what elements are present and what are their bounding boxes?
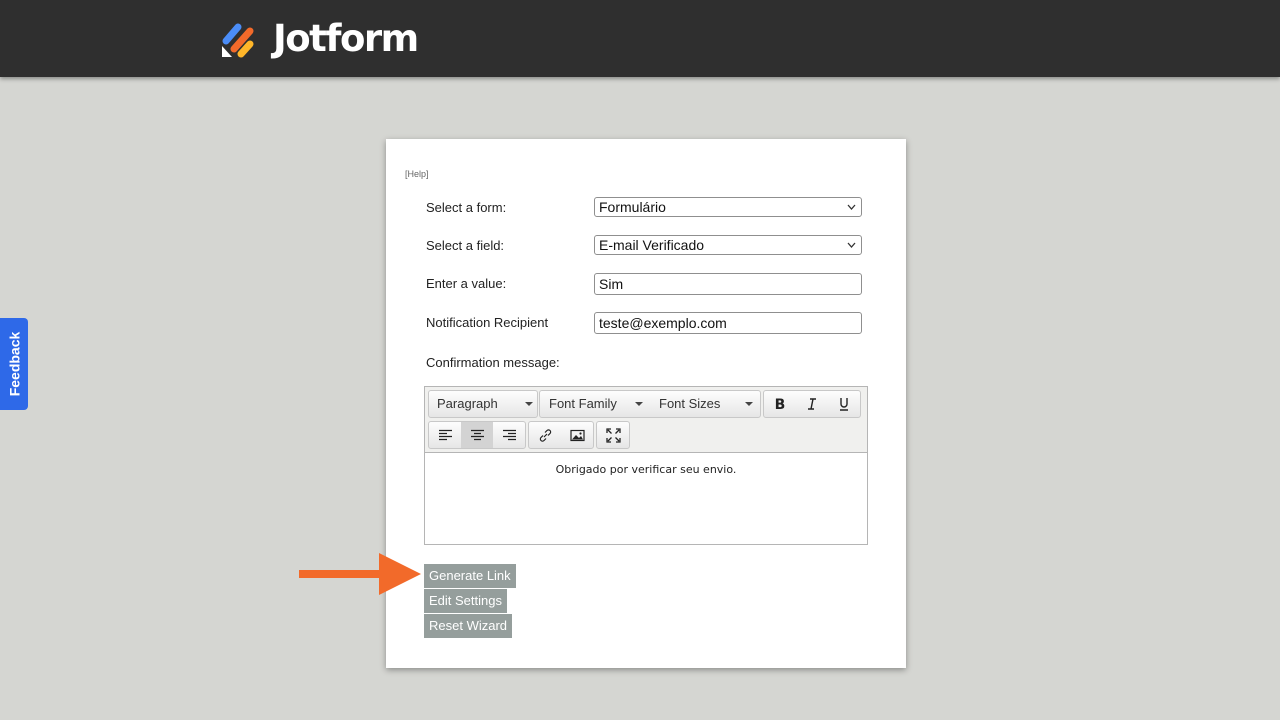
select-form-label: Select a form: (426, 200, 507, 215)
rich-text-editor: Paragraph Font Family Font Sizes B Obrig… (424, 386, 868, 545)
editor-content[interactable]: Obrigado por verificar seu envio. (425, 463, 867, 476)
insert-image-button[interactable] (561, 422, 593, 448)
select-field-label: Select a field: (426, 238, 505, 253)
align-right-icon (502, 429, 516, 440)
value-input[interactable]: Sim (594, 273, 862, 295)
help-link[interactable]: [Help] (405, 169, 429, 179)
underline-icon (840, 398, 848, 411)
align-right-button[interactable] (493, 422, 525, 448)
insert-link-button[interactable] (529, 422, 561, 448)
fullscreen-button[interactable] (597, 422, 629, 448)
enter-value-label: Enter a value: (426, 276, 507, 291)
paragraph-dropdown[interactable]: Paragraph (437, 391, 533, 417)
align-left-button[interactable] (429, 422, 461, 448)
field-select-value: E-mail Verificado (599, 237, 705, 253)
fullscreen-icon (605, 427, 621, 443)
image-icon (569, 429, 585, 441)
text-style-group: B (763, 390, 861, 418)
bold-button[interactable]: B (764, 391, 796, 417)
link-icon (539, 428, 551, 442)
paragraph-dropdown-label: Paragraph (437, 396, 498, 411)
field-select[interactable]: E-mail Verificado (594, 235, 862, 255)
feedback-label: Feedback (6, 331, 22, 397)
align-center-icon (470, 429, 484, 440)
top-header: Jotform (0, 0, 1280, 77)
font-family-dropdown-label: Font Family (549, 396, 617, 411)
recipient-input[interactable]: teste@exemplo.com (594, 312, 862, 334)
reset-wizard-button[interactable]: Reset Wizard (424, 614, 513, 638)
form-select-value: Formulário (599, 199, 666, 215)
form-select[interactable]: Formulário (594, 197, 862, 217)
chevron-down-icon (847, 204, 856, 210)
svg-text:B: B (775, 397, 786, 411)
format-group: Paragraph (428, 390, 538, 418)
italic-button[interactable] (796, 391, 828, 417)
italic-icon (808, 398, 816, 410)
caret-down-icon (745, 402, 753, 406)
font-sizes-dropdown-label: Font Sizes (659, 396, 721, 411)
notification-recipient-label: Notification Recipient (426, 315, 549, 330)
brand-name[interactable]: Jotform (273, 17, 419, 61)
fullscreen-group (596, 421, 630, 449)
jotform-logo-icon (222, 23, 254, 58)
caret-down-icon (635, 402, 643, 406)
alignment-group (428, 421, 526, 449)
insert-group (528, 421, 594, 449)
bold-icon: B (775, 397, 786, 411)
font-sizes-dropdown[interactable]: Font Sizes (659, 391, 759, 417)
caret-down-icon (525, 402, 533, 406)
confirmation-message-label: Confirmation message: (426, 355, 560, 370)
font-group: Font Family Font Sizes (539, 390, 761, 418)
editor-toolbar: Paragraph Font Family Font Sizes B (425, 387, 867, 453)
align-left-icon (438, 429, 452, 440)
underline-button[interactable] (828, 391, 860, 417)
generate-link-button[interactable]: Generate Link (424, 564, 516, 588)
font-family-dropdown[interactable]: Font Family (549, 391, 649, 417)
edit-settings-button[interactable]: Edit Settings (424, 589, 507, 613)
chevron-down-icon (847, 242, 856, 248)
feedback-tab[interactable]: Feedback (0, 318, 28, 410)
wizard-panel: [Help] Select a form: Formulário Select … (386, 139, 906, 668)
orange-arrow-icon (299, 553, 421, 595)
align-center-button[interactable] (461, 422, 493, 448)
